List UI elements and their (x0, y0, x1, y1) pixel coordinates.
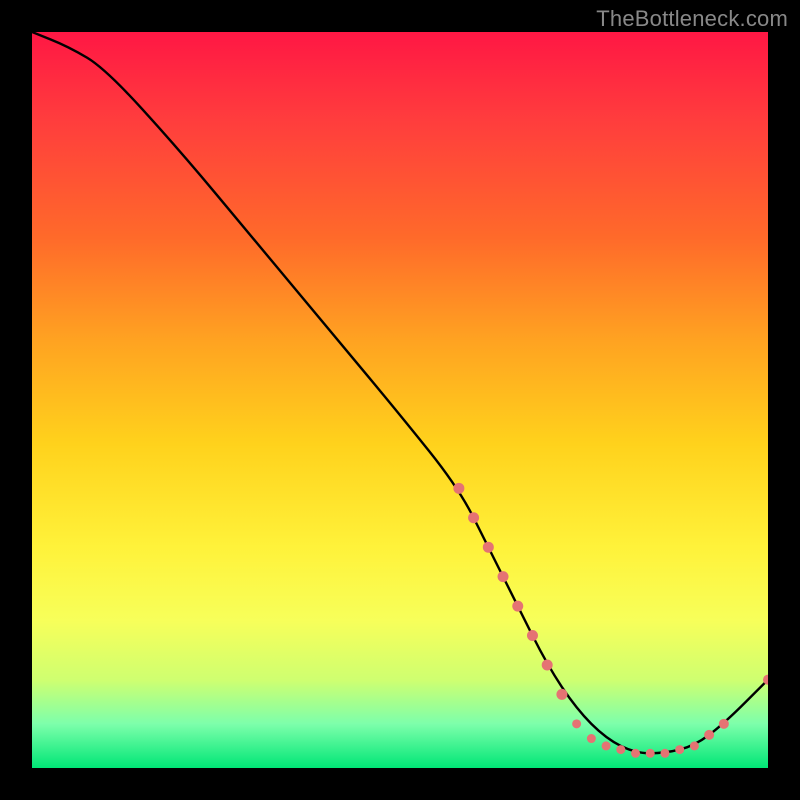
data-point (498, 571, 509, 582)
data-point (483, 542, 494, 553)
data-point (453, 483, 464, 494)
markers-layer (453, 483, 768, 758)
watermark-text: TheBottleneck.com (596, 6, 788, 32)
data-point (660, 749, 669, 758)
data-point (512, 601, 523, 612)
data-point (527, 630, 538, 641)
chart-frame: TheBottleneck.com (0, 0, 800, 800)
data-point (675, 745, 684, 754)
data-point (616, 745, 625, 754)
data-point (602, 741, 611, 750)
data-point (719, 719, 729, 729)
data-point (556, 689, 567, 700)
data-point (646, 749, 655, 758)
data-point (572, 719, 581, 728)
data-point (690, 741, 699, 750)
data-point (468, 512, 479, 523)
data-point (704, 730, 714, 740)
data-point (587, 734, 596, 743)
bottleneck-curve (32, 32, 768, 753)
data-point (542, 659, 553, 670)
chart-svg (32, 32, 768, 768)
curve-layer (32, 32, 768, 753)
data-point (631, 749, 640, 758)
plot-area (32, 32, 768, 768)
